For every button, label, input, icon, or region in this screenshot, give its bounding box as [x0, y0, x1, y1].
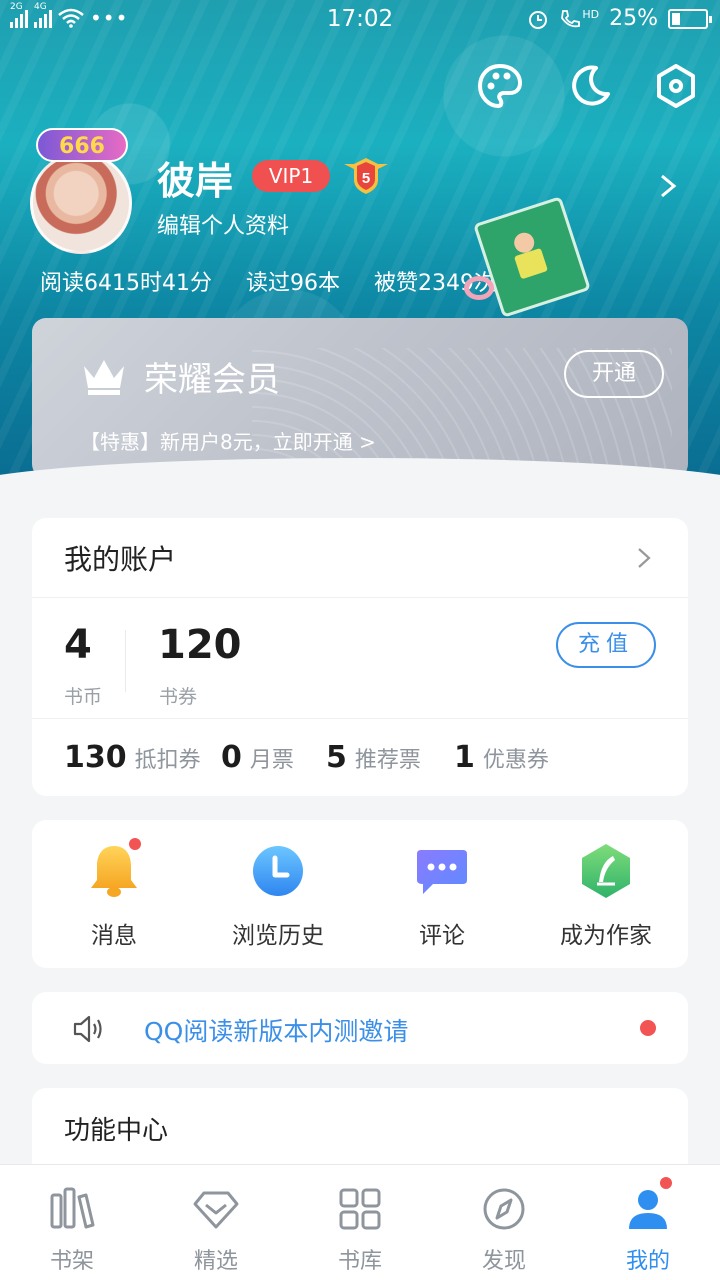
username[interactable]: 彼岸	[157, 150, 233, 205]
bell-icon	[85, 836, 143, 900]
notification-dot	[640, 1020, 656, 1036]
tab-me[interactable]: 我的	[576, 1175, 720, 1275]
battery-icon	[668, 8, 712, 29]
tab-label: 我的	[625, 1249, 670, 1274]
ticket-label: 推荐票	[354, 748, 421, 773]
ticket-label: 月票	[249, 748, 294, 773]
tab-label: 发现	[481, 1249, 526, 1274]
avatar-image	[30, 152, 132, 254]
compass-icon	[483, 1188, 525, 1230]
moon-icon[interactable]	[566, 62, 614, 110]
book-illustration	[473, 196, 591, 318]
tab-featured[interactable]: 精选	[144, 1185, 288, 1275]
crown-icon	[84, 360, 124, 395]
notification-dot	[127, 836, 143, 852]
history-button[interactable]: 浏览历史	[208, 842, 348, 950]
chevron-right-icon[interactable]	[656, 172, 680, 200]
tab-label: 精选	[193, 1249, 238, 1274]
coins-value[interactable]: 4	[64, 622, 92, 668]
ticket-item[interactable]: 5 推荐票	[326, 740, 421, 775]
chevron-right-icon[interactable]	[636, 546, 652, 570]
avatar-badge: 666	[36, 128, 128, 162]
tab-library[interactable]: 书库	[288, 1185, 432, 1275]
grid-icon	[339, 1188, 381, 1230]
action-label: 消息	[91, 923, 137, 949]
vouchers-value[interactable]: 120	[158, 622, 242, 668]
bookshelf-icon	[50, 1187, 95, 1229]
level-badge[interactable]: 5	[342, 156, 390, 196]
diamond-icon	[193, 1191, 239, 1229]
tab-discover[interactable]: 发现	[432, 1185, 576, 1275]
ticket-item[interactable]: 0 月票	[221, 740, 294, 775]
divider	[125, 630, 126, 692]
vip-title: 荣耀会员	[144, 360, 280, 400]
level-number: 5	[362, 170, 370, 187]
edit-profile-link[interactable]: 编辑个人资料	[157, 208, 289, 240]
coins-label: 书币	[64, 686, 103, 708]
notification-dot	[658, 1175, 674, 1191]
ticket-value: 1	[454, 740, 475, 775]
recharge-button[interactable]: 充值	[556, 622, 656, 668]
account-title: 我的账户	[64, 543, 177, 576]
account-card: 我的账户 4 书币 120 书券 充值 130 抵扣券 0 月票 5 推荐票 1…	[32, 518, 688, 796]
vip-membership-card[interactable]: 荣耀会员 【特惠】新用户8元，立即开通 > 开通	[32, 318, 688, 478]
tab-bookshelf[interactable]: 书架	[0, 1185, 144, 1275]
ticket-value: 0	[221, 740, 242, 775]
vouchers-label: 书券	[159, 686, 198, 708]
palette-icon[interactable]	[476, 62, 524, 110]
quick-actions-card: 消息 浏览历史 评论 成为作家	[32, 820, 688, 968]
avatar[interactable]: 666	[30, 128, 134, 254]
read-time-stat: 阅读6415时41分	[40, 271, 212, 296]
ticket-value: 130	[64, 740, 127, 775]
quill-icon	[577, 842, 635, 900]
clock-icon	[249, 842, 307, 900]
tab-label: 书架	[49, 1249, 94, 1274]
divider	[32, 718, 688, 719]
settings-hexagon-icon[interactable]	[652, 62, 700, 110]
bottom-tab-bar: 书架 精选 书库 发现 我的	[0, 1164, 720, 1280]
ticket-item[interactable]: 1 优惠券	[454, 740, 549, 775]
ticket-label: 抵扣券	[134, 748, 201, 773]
ticket-label: 优惠券	[482, 748, 549, 773]
action-label: 评论	[419, 923, 465, 949]
person-icon	[629, 1190, 667, 1229]
profile-header: 2G 4G ••• 17:02 HD 25% 666 彼岸 VIP1 5 编辑个…	[0, 0, 720, 480]
account-header[interactable]: 我的账户	[32, 518, 688, 598]
tab-label: 书库	[337, 1249, 382, 1274]
swim-ring-illustration	[464, 276, 494, 300]
function-center-title: 功能中心	[64, 1116, 169, 1146]
ticket-item[interactable]: 130 抵扣券	[64, 740, 201, 775]
messages-button[interactable]: 消息	[44, 836, 184, 950]
become-writer-button[interactable]: 成为作家	[536, 842, 676, 950]
comment-icon	[413, 842, 471, 900]
beta-invite-banner[interactable]: QQ阅读新版本内测邀请	[32, 992, 688, 1064]
action-label: 成为作家	[560, 923, 652, 949]
status-bar: 2G 4G ••• 17:02 HD 25%	[0, 0, 720, 40]
comments-button[interactable]: 评论	[372, 842, 512, 950]
alarm-icon	[529, 10, 548, 29]
books-read-stat: 读过96本	[245, 271, 340, 296]
vip-level-badge[interactable]: VIP1	[252, 160, 330, 192]
vip-open-button[interactable]: 开通	[564, 350, 664, 398]
battery-percent: 25%	[609, 6, 658, 31]
ticket-value: 5	[326, 740, 347, 775]
invite-text[interactable]: QQ阅读新版本内测邀请	[144, 1012, 408, 1048]
vip-promo-link[interactable]: 【特惠】新用户8元，立即开通 >	[80, 426, 376, 455]
speaker-icon	[73, 1015, 102, 1043]
reading-stats: 阅读6415时41分 读过96本 被赞2349次	[40, 265, 496, 297]
action-label: 浏览历史	[232, 923, 324, 949]
hd-call-icon: HD	[559, 8, 599, 30]
